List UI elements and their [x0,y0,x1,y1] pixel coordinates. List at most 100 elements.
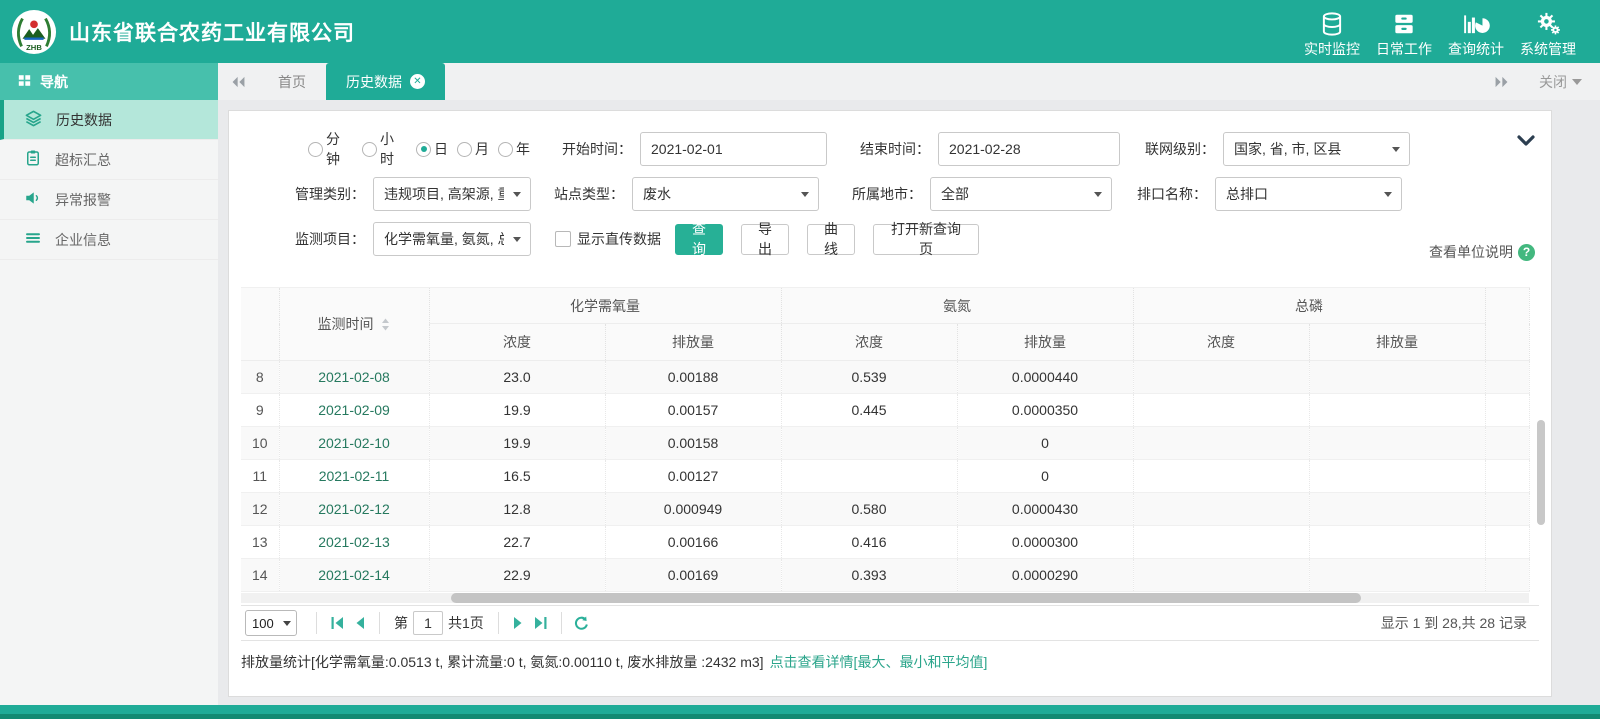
vertical-scrollbar-thumb[interactable] [1537,420,1545,525]
horizontal-scrollbar-thumb[interactable] [451,593,1361,603]
tab-history-data[interactable]: 历史数据 [326,63,445,100]
monitor-date-link[interactable]: 2021-02-10 [279,427,429,460]
sidebar-item-company-info[interactable]: 企业信息 [0,220,218,260]
horizontal-scrollbar[interactable] [241,593,1529,603]
monitor-item-select[interactable]: 化学需氧量, 氨氮, 总磷, 总 [373,222,531,256]
sort-icon [381,318,390,334]
table-row: 112021-02-1116.50.001270 [241,460,1529,493]
sidebar-item-abnormal-alarm[interactable]: 异常报警 [0,180,218,220]
next-page-icon[interactable] [508,612,530,634]
outlet-select[interactable]: 总排口 [1215,177,1402,211]
prev-page-icon[interactable] [348,612,370,634]
value-cell: 0.0000350 [957,394,1133,427]
close-tab-icon[interactable] [410,74,425,89]
end-time-input[interactable] [938,132,1120,166]
radio-minute[interactable]: 分钟 [308,129,353,169]
monitor-date-link[interactable]: 2021-02-12 [279,493,429,526]
value-cell [1309,460,1485,493]
archive-icon [1391,9,1417,37]
open-new-query-button[interactable]: 打开新查询页 [873,224,979,255]
start-time-label: 开始时间： [555,139,632,159]
station-type-select[interactable]: 废水 [632,177,819,211]
direct-data-label: 显示直传数据 [577,229,661,249]
row-number-header [241,288,279,361]
group-header-tp: 总磷 [1133,288,1485,324]
value-cell [781,427,957,460]
value-cell: 23.0 [429,361,605,394]
time-column-header[interactable]: 监测时间 [279,288,429,361]
clipboard-icon [24,149,42,170]
monitor-date-link[interactable]: 2021-02-14 [279,559,429,592]
city-label: 所属地市： [845,184,922,204]
list-icon [24,229,42,250]
monitor-date-link[interactable]: 2021-02-13 [279,526,429,559]
radio-label: 月 [475,139,489,159]
radio-icon [457,142,472,157]
radio-label: 小时 [380,129,407,169]
radio-year[interactable]: 年 [498,139,530,159]
table-row: 122021-02-1212.80.0009490.5800.0000430 [241,493,1529,526]
empty-cell [1485,361,1529,394]
radio-checked-icon [416,142,431,157]
radio-hour[interactable]: 小时 [362,129,407,169]
monitor-date-link[interactable]: 2021-02-09 [279,394,429,427]
manage-type-select[interactable]: 违规项目, 高架源, 重点排 [373,177,531,211]
divider [379,612,380,634]
nav-label: 日常工作 [1376,39,1432,59]
value-cell [1133,427,1309,460]
nav-realtime-monitor[interactable]: 实时监控 [1296,5,1368,59]
group-header-nh3: 氨氮 [781,288,1133,324]
empty-cell [1485,559,1529,592]
monitor-date-link[interactable]: 2021-02-08 [279,361,429,394]
tabbar-right: 关闭 [1481,63,1600,100]
table-row: 82021-02-0823.00.001880.5390.0000440 [241,361,1529,394]
radio-day[interactable]: 日 [416,139,448,159]
close-tabs-menu[interactable]: 关闭 [1539,72,1582,92]
page-size-select[interactable]: 100 [245,610,297,636]
empty-cell [1485,427,1529,460]
start-time-input[interactable] [640,132,827,166]
stats-detail-link[interactable]: 点击查看详情[最大、最小和平均值] [770,652,988,672]
nav-label: 实时监控 [1304,39,1360,59]
station-type-label: 站点类型： [547,184,624,204]
radio-month[interactable]: 月 [457,139,489,159]
divider [316,612,317,634]
value-cell: 19.9 [429,394,605,427]
last-page-icon[interactable] [530,612,552,634]
data-table: 监测时间 化学需氧量 氨氮 总磷 [241,287,1530,592]
tab-scroll-right-icon[interactable] [1481,75,1521,89]
empty-cell [1485,394,1529,427]
pagination-bar: 100 第 共1页 [241,605,1539,641]
export-button[interactable]: 导出 [741,224,789,255]
query-button[interactable]: 查询 [675,224,723,255]
top-nav: 实时监控 日常工作 [1296,5,1600,59]
chevron-down-icon [1572,79,1582,90]
tab-home[interactable]: 首页 [258,63,326,100]
tab-scroll-left-icon[interactable] [218,63,258,100]
stats-summary: 排放量统计[化学需氧量:0.0513 t, 累计流量:0 t, 氨氮:0.001… [241,652,764,672]
sidebar-item-exceed-summary[interactable]: 超标汇总 [0,140,218,180]
nav-daily-work[interactable]: 日常工作 [1368,5,1440,59]
value-cell: 0.00188 [605,361,781,394]
filter-section: 分钟 小时 日 月 [229,111,1551,271]
page-number-input[interactable] [413,611,443,635]
row-number: 11 [241,460,279,493]
sidebar-item-history-data[interactable]: 历史数据 [0,100,218,140]
empty-cell [1485,493,1529,526]
unit-help-link[interactable]: 查看单位说明 [1429,242,1535,262]
svg-text:ZHB: ZHB [26,43,42,52]
curve-button[interactable]: 曲线 [807,224,855,255]
divider [561,612,562,634]
monitor-date-link[interactable]: 2021-02-11 [279,460,429,493]
network-level-select[interactable]: 国家, 省, 市, 区县 [1223,132,1410,166]
direct-data-checkbox[interactable] [555,231,571,247]
speaker-icon [24,189,42,210]
refresh-icon[interactable] [571,612,593,634]
chart-pie-icon [1462,9,1490,37]
nav-query-stats[interactable]: 查询统计 [1440,5,1512,59]
page-prefix: 第 [394,613,408,633]
nav-system-admin[interactable]: 系统管理 [1512,5,1584,59]
value-cell: 0.00127 [605,460,781,493]
first-page-icon[interactable] [326,612,348,634]
city-select[interactable]: 全部 [930,177,1112,211]
